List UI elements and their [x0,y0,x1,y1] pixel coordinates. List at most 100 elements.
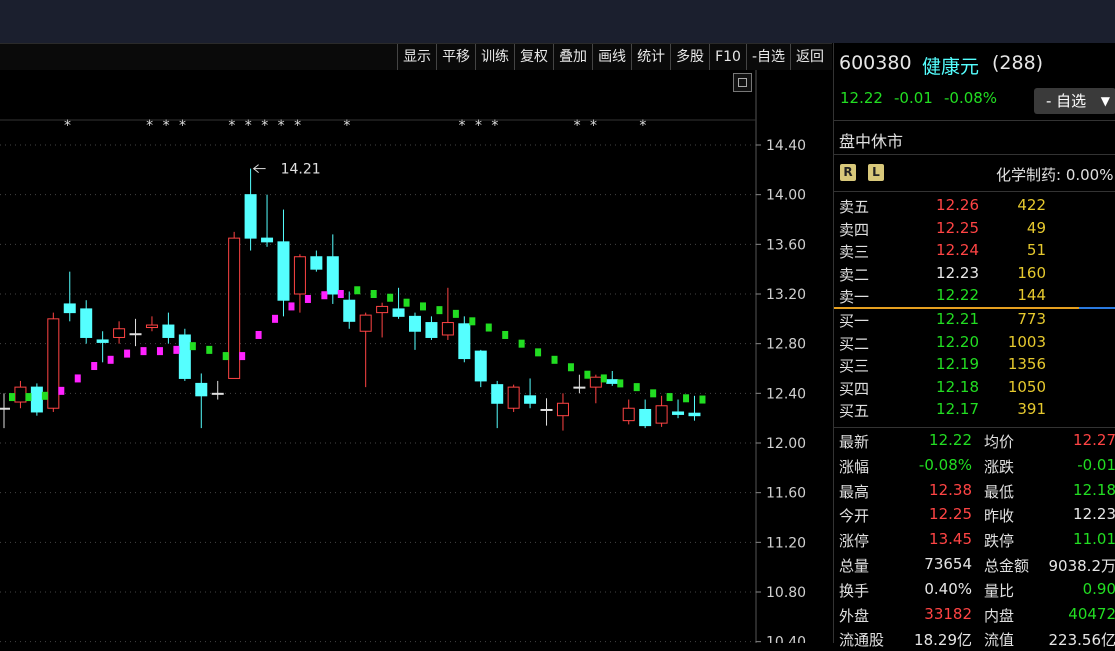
candle-body [359,314,372,332]
signal-star: * [261,118,268,134]
signal-star: * [179,118,186,134]
orderbook-price: 12.21 [936,310,979,328]
stat-value: -0.08% [918,455,972,474]
stat-label: 流值 [984,631,1015,650]
stat-row: 涨停 13.45 跌停 11.01 [834,528,1115,552]
candle-body [129,333,142,336]
candle-body [507,386,520,409]
toolbar-button-3[interactable]: 复权 [514,44,553,70]
price-change: -0.01 [894,89,933,107]
stat-row: 最新 12.22 均价 12.27 [834,429,1115,453]
ma-marker [535,348,542,357]
ma-marker [140,347,147,356]
candle-body [392,308,405,317]
toolbar-button-7[interactable]: 多股 [670,44,709,70]
stat-row: 总量 73654 总金额 9038.2万 [834,553,1115,577]
stat-label: 跌停 [984,532,1015,551]
orderbook-row[interactable]: 卖四 12.25 49 [834,217,1115,239]
orderbook-label: 买五 [839,402,870,420]
candle-body [326,256,339,295]
ma-marker [683,394,690,403]
toolbar-button-0[interactable]: 显示 [397,44,436,70]
orderbook-volume: 773 [1017,310,1046,328]
stat-row: 流通股 18.29亿 流值 223.56亿 [834,627,1115,651]
y-tick-label: 10.80 [766,585,806,601]
kline-svg[interactable]: 14.40 14.00 13.60 13.20 12.80 12.40 12.00 11.60… [0,70,832,643]
toolbar-button-9[interactable]: -自选 [745,44,790,70]
orderbook-row[interactable]: 卖三 12.24 51 [834,239,1115,261]
price-change-pct: -0.08% [944,89,998,107]
orderbook-row[interactable]: 买三 12.19 1356 [834,353,1115,375]
toolbar-button-4[interactable]: 叠加 [553,44,592,70]
orderbook-row[interactable]: 买五 12.17 391 [834,398,1115,420]
toolbar-button-5[interactable]: 画线 [592,44,631,70]
stock-code: 600380 [839,52,912,74]
ma-marker [354,286,361,295]
orderbook-row[interactable]: 买二 12.20 1003 [834,331,1115,353]
chart-toolbar: 显示 平移 训练 复权 叠加 画线 统计 多股 F10 -自选 返回 [0,43,832,71]
signal-star: * [163,118,170,134]
ma-marker [156,347,163,356]
ma-marker [272,314,279,323]
toolbar-button-8[interactable]: F10 [709,44,746,70]
candle-body [655,405,668,424]
toolbar-button-6[interactable]: 统计 [631,44,670,70]
candle-body [441,322,454,336]
stat-label: 总金额 [984,557,1030,575]
stat-label: 总量 [839,557,870,575]
stat-value: 0.90 [1082,579,1115,598]
ma-marker [485,323,492,332]
toolbar-button-10[interactable]: 返回 [790,44,829,70]
kline-chart[interactable]: 14.40 14.00 13.60 13.20 12.80 12.40 12.00 11.60… [0,70,832,643]
orderbook-price: 12.26 [936,196,979,214]
candle-body [178,334,191,379]
watchlist-dropdown-button[interactable]: - 自选 ▼ [1034,88,1115,114]
orderbook-row[interactable]: 卖一 12.22 144 [834,284,1115,306]
stat-row: 外盘 33182 内盘 40472 [834,603,1115,627]
signal-star: * [64,118,71,134]
ma-marker [91,362,98,371]
ma-marker [518,339,525,348]
ma-marker [321,291,328,300]
peak-annotation-label: 14.21 [281,162,321,178]
stat-value: 223.56亿 [1048,631,1115,650]
orderbook-row[interactable]: 卖二 12.23 160 [834,262,1115,284]
panel-toggle-icon[interactable] [733,73,752,92]
candle-body [409,315,421,332]
watchlist-button-label: - 自选 [1046,92,1087,110]
market-status: 盘中休市 [839,132,904,151]
orderbook-label: 卖一 [839,288,870,306]
orderbook-row[interactable]: 买一 12.21 773 [834,308,1115,330]
ma-marker [255,330,262,339]
ma-marker [452,309,459,318]
ma-marker [699,395,706,404]
y-tick-label: 11.60 [766,486,806,502]
stat-value: 73654 [924,555,972,573]
candle-body [261,237,274,243]
candle-body [47,318,60,409]
toolbar-button-1[interactable]: 平移 [436,44,475,70]
orderbook-label: 卖五 [839,198,870,216]
signal-star: * [475,118,482,134]
ma-marker [107,355,114,364]
stat-row: 今开 12.25 昨收 12.23 [834,503,1115,527]
signal-star: * [278,118,285,134]
orderbook-volume: 1003 [1007,332,1046,351]
stat-value: -0.01 [1077,455,1115,474]
stat-label: 换手 [839,581,870,600]
candle-body [491,384,504,404]
tag-r-icon[interactable]: R [840,164,856,181]
candle-body [556,402,569,417]
ma-marker [420,302,426,311]
ma-marker [189,342,196,351]
candle-body [211,392,224,395]
tag-l-icon[interactable]: L [868,164,884,181]
toolbar-button-2[interactable]: 训练 [475,44,514,70]
candle-body [310,256,323,270]
stat-value: 33182 [924,604,972,623]
signal-star: * [491,118,498,134]
orderbook-row[interactable]: 卖五 12.26 422 [834,194,1115,216]
orderbook-row[interactable]: 买四 12.18 1050 [834,376,1115,398]
y-tick-label: 12.00 [766,436,806,452]
stat-value: 11.01 [1073,530,1115,549]
